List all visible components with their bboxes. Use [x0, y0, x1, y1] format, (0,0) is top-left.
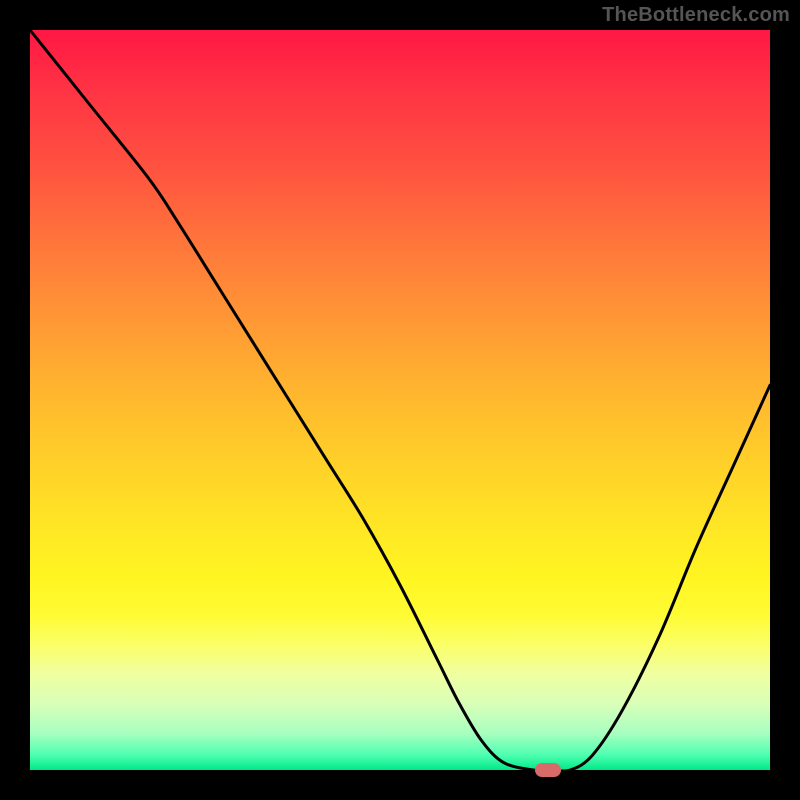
chart-frame: TheBottleneck.com: [0, 0, 800, 800]
plot-area: [30, 30, 770, 770]
optimal-marker: [535, 763, 561, 777]
watermark-text: TheBottleneck.com: [602, 4, 790, 27]
curve-svg: [30, 30, 770, 770]
bottleneck-curve-path: [30, 30, 770, 770]
